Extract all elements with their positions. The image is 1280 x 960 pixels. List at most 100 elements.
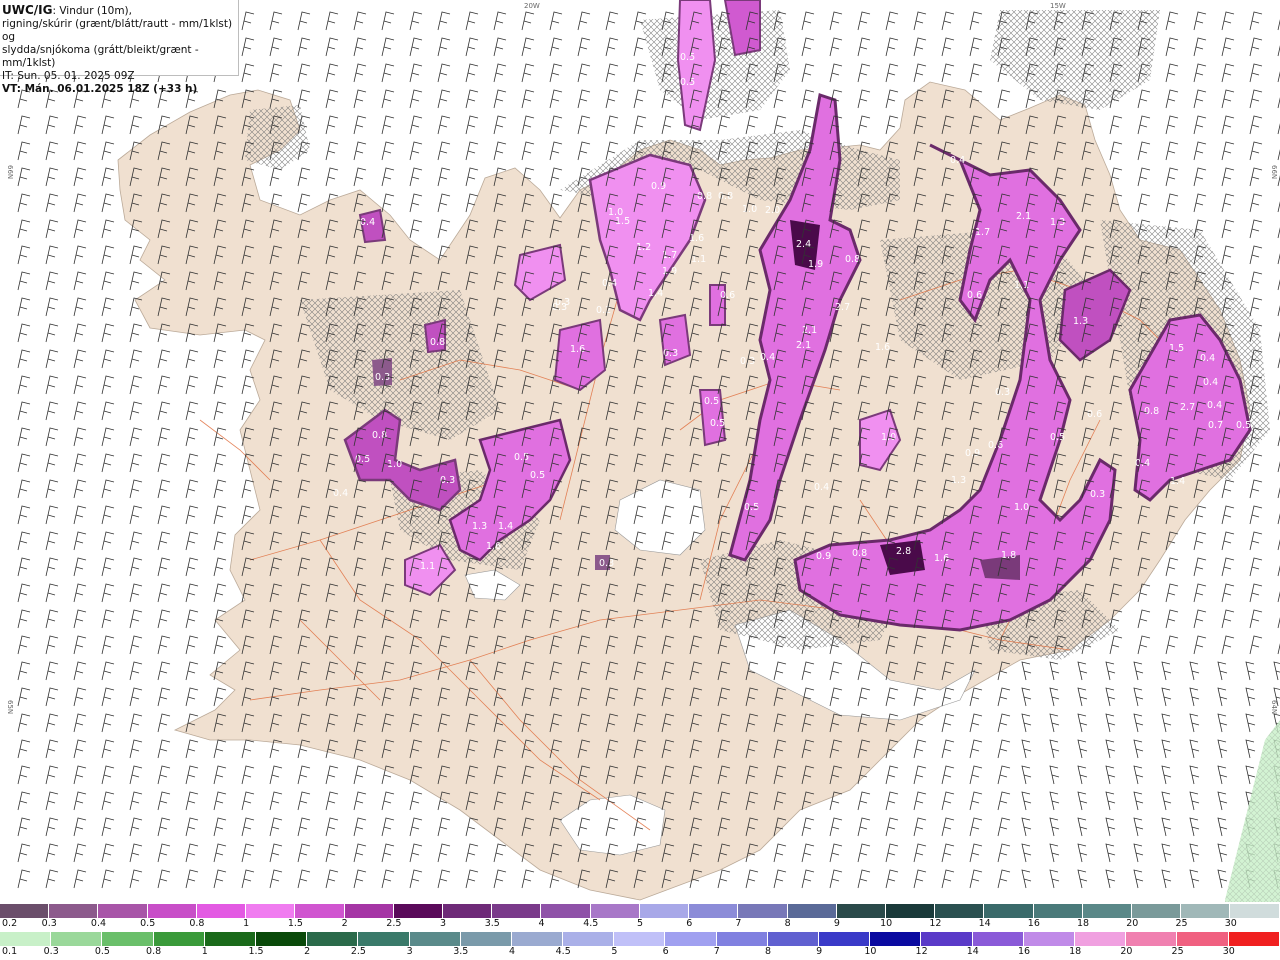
legend-label: 2 [341,918,348,929]
legend-swatch [460,932,512,946]
legend-swatch [255,932,308,946]
legend-swatch [541,904,591,918]
precip-value-label: 0.6 [988,440,1003,451]
legend-swatch [767,932,819,946]
legend-label: 2 [304,946,311,957]
legend-swatch [921,932,973,946]
legend-label: 0.4 [90,918,107,929]
legend-label: 8 [784,918,791,929]
legend-swatch [98,904,148,918]
precip-value-label: 1.3 [951,475,966,486]
header-line2: rigning/skúrir (grænt/blátt/rautt - mm/1… [2,18,233,43]
precip-value-label: 0.3 [995,387,1010,398]
legend-swatch [1177,932,1229,946]
legend-label: 30 [1224,918,1237,929]
precip-value-label: 0.4 [602,278,617,289]
legend-swatch [1181,904,1231,918]
grid-label-20w: 20W [524,2,540,10]
grid-label-65n-left: 65N [6,700,14,714]
legend-swatch [442,904,493,918]
precip-value-label: 1.4 [648,288,663,299]
legend-label: 3 [406,946,413,957]
legend-label: 12 [929,918,942,929]
legend-swatch [1228,932,1280,946]
legend-swatch [665,932,717,946]
precip-value-label: 0.4 [360,217,375,228]
legend-label: 1 [243,918,250,929]
legend-swatch [1074,932,1127,946]
precip-value-label: 0.5 [514,452,529,463]
legend-label: 9 [816,946,823,957]
legend-label: 4 [508,946,516,957]
precip-value-label: 0.5 [704,396,719,407]
precip-value-label: 2.1 [796,340,811,351]
precip-value-label: 1.6 [486,541,501,552]
legend-label: 0.3 [41,918,57,929]
precip-value-label: 0.5 [1236,420,1251,431]
legend-swatch [1126,932,1178,946]
precip-value-label: 1.9 [808,259,823,270]
legend-label: 10 [880,918,893,929]
legend-label: 14 [978,918,991,929]
legend-swatch [344,904,394,918]
precip-value-label: 2.1 [1016,211,1031,222]
precip-value-label: 0.4 [760,352,775,363]
legend-label: 18 [1069,946,1082,957]
legend-swatch [196,904,247,918]
precip-value-label: 1.0 [742,204,757,215]
precip-value-label: 0.8 [852,548,867,559]
precip-value-label: 1.4 [498,521,513,532]
grid-label-66n-right: 66N [1270,165,1278,179]
weather-map: 0.5 0.5 0.4 0.8 0.3 0.8 0.5 1.0 0.3 0.4 0.5 0.5 1.3 1… [0,0,1280,902]
legend-label: 9 [833,918,840,929]
precip-value-label: 0.3 [375,372,390,383]
legend-label: 5 [611,946,618,957]
precip-value-label: 0.3 [599,558,614,569]
legend-swatch [1023,932,1075,946]
header-line1: : Vindur (10m), [52,5,132,17]
legend-swatch [51,932,103,946]
legend-label: 1.5 [248,946,264,957]
legend-label: 0.1 [2,946,18,957]
legend-swatch [1033,904,1083,918]
precip-value-label: 0.4 [1203,377,1218,388]
legend-label: 4 [538,918,545,929]
legend-label: 20 [1120,946,1133,957]
precip-value-label: 1.6 [875,342,890,353]
legend-swatch [590,904,640,918]
legend-label: 0.2 [2,918,18,929]
precip-value-label: 1.1 [420,561,435,572]
legend-swatch [393,904,443,918]
precip-value-label: 1.9 [662,266,677,277]
legend-label: 25 [1171,946,1184,957]
precip-value-label: 0.5 [680,77,695,88]
precip-value-label: 1.7 [975,227,990,238]
precip-value-label: 2.7 [835,302,850,313]
precip-value-label: 0.2 [664,486,679,497]
precip-value-label: 0.8 [697,191,712,202]
legend-swatch [738,904,788,918]
legend-snow-colorbar [0,904,1280,918]
legend-label: 7 [735,918,742,929]
legend-swatch [0,904,50,918]
legend-swatch [984,904,1034,918]
legend-label: 6 [662,946,669,957]
precip-value-label: 0.5 [680,52,695,63]
header-line5: VT: Mán. 06.01.2025 18Z (+33 h) [2,83,198,95]
legend-swatch [836,904,886,918]
legend-label: 18 [1077,918,1090,929]
legend-label: 10 [864,946,877,957]
legend-swatch [689,904,739,918]
legend-swatch [49,904,99,918]
precip-value-label: 0.4 [333,488,348,499]
precip-value-label: 0.9 [965,448,980,459]
precip-value-label: 0.2 [596,305,611,316]
legend-label: 30 [1222,946,1235,957]
legend-swatch [0,932,52,946]
legend-swatch [295,904,345,918]
legend-swatch [204,932,256,946]
map-info-box: UWC/IG: Vindur (10m), rigning/skúrir (gr… [0,0,239,95]
legend-label: 14 [966,946,979,957]
precip-value-label: 0.3 [1090,489,1105,500]
precip-value-label: 0.4 [814,482,829,493]
